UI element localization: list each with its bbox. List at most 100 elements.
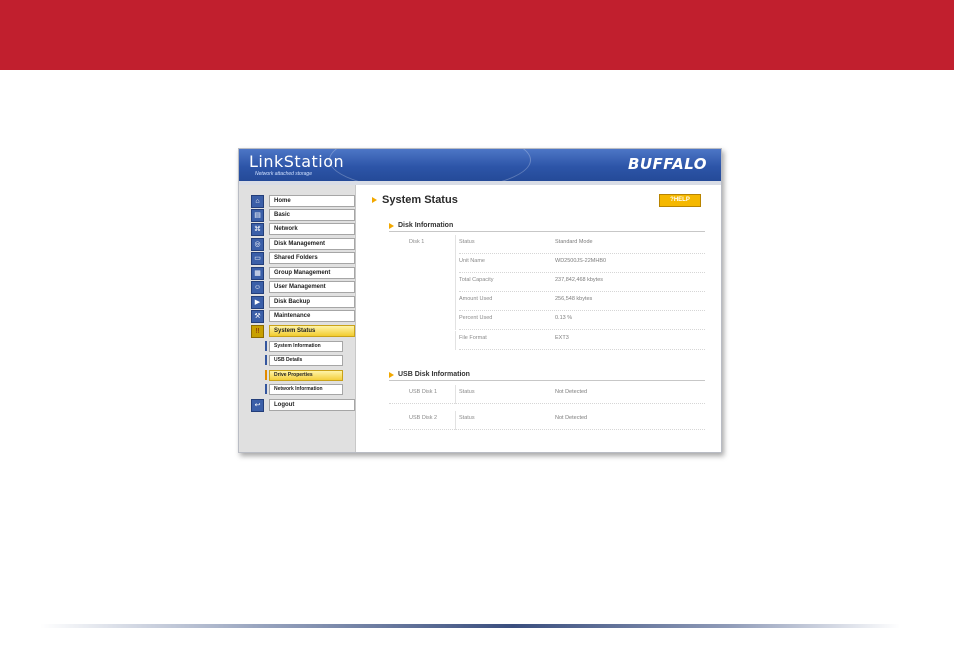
help-button[interactable]: ?HELP (659, 194, 701, 207)
nav-shared-folders-label: Shared Folders (269, 252, 355, 264)
page-title-text: System Status (382, 194, 458, 206)
row-value: Not Detected (555, 415, 588, 421)
usb-disk-label: USB Disk 1 (409, 389, 438, 395)
network-icon: ⌘ (251, 222, 264, 236)
column-divider (455, 311, 456, 330)
nav-group-management[interactable]: ▦ Group Management (251, 266, 355, 280)
house-icon: ⌂ (251, 194, 264, 208)
column-divider (455, 235, 456, 254)
nav-logout[interactable]: ↩ Logout (251, 398, 355, 412)
row-label: Status (459, 415, 475, 421)
disk-icon: ◎ (251, 237, 264, 251)
subnav-network-information[interactable]: Network Information (265, 384, 343, 395)
section-divider (389, 231, 705, 232)
row-value: Not Detected (555, 389, 588, 395)
status-icon: !! (251, 324, 264, 338)
nav-disk-management-label: Disk Management (269, 238, 355, 250)
disk-row-status: Disk 1 Status Standard Mode (389, 235, 705, 254)
subnav-network-information-label: Network Information (269, 384, 343, 395)
nav-system-status[interactable]: !! System Status (251, 324, 355, 338)
top-banner (0, 0, 954, 70)
disk-row-total-capacity: Total Capacity 237,842,468 kbytes (389, 273, 705, 292)
app-header: LinkStation Network attached storage BUF… (239, 149, 721, 191)
nav-user-management[interactable]: ☺ User Management (251, 280, 355, 294)
page-title: System Status (372, 194, 458, 206)
nav-disk-management[interactable]: ◎ Disk Management (251, 237, 355, 251)
row-label: Status (459, 239, 475, 245)
nav-network[interactable]: ⌘ Network (251, 222, 355, 236)
disk-row-percent-used: Percent Used 0.13 % (389, 311, 705, 330)
logo-subtitle: Network attached storage (255, 171, 312, 177)
disk-information-title: Disk Information (398, 222, 454, 229)
row-value: 256,548 kbytes (555, 296, 593, 302)
nav-basic-label: Basic (269, 209, 355, 221)
row-label: Amount Used (459, 296, 493, 302)
column-divider (455, 254, 456, 273)
logout-icon: ↩ (251, 398, 264, 412)
row-value: Standard Mode (555, 239, 593, 245)
nav-logout-label: Logout (269, 399, 355, 411)
row-value: EXT3 (555, 335, 569, 341)
subnav-marker (265, 384, 267, 394)
usb-disk-label: USB Disk 2 (409, 415, 438, 421)
column-divider (455, 411, 456, 430)
row-label: Percent Used (459, 315, 493, 321)
column-divider (455, 292, 456, 311)
row-separator (459, 329, 705, 330)
row-value: 0.13 % (555, 315, 573, 321)
usb-disk-information-heading: USB Disk Information (389, 371, 470, 378)
subnav-usb-details-label: USB Details (269, 355, 343, 366)
subnav-system-information-label: System Information (269, 341, 343, 352)
backup-icon: ▶ (251, 295, 264, 309)
subnav-system-information[interactable]: System Information (265, 341, 343, 352)
usb-disk-information-title: USB Disk Information (398, 371, 470, 378)
subnav-marker (265, 370, 267, 380)
buffalo-logo: BUFFALO (627, 155, 707, 173)
nav-network-label: Network (269, 223, 355, 235)
title-arrow-icon (372, 197, 377, 203)
usb-row-disk-2: USB Disk 2 Status Not Detected (389, 411, 705, 430)
row-separator (459, 349, 705, 350)
nav-basic[interactable]: ▤ Basic (251, 208, 355, 222)
nav-shared-folders[interactable]: ▭ Shared Folders (251, 251, 355, 265)
user-icon: ☺ (251, 280, 264, 294)
row-label: Unit Name (459, 258, 485, 264)
linkstation-logo: LinkStation (249, 152, 345, 171)
nav-home-label: Home (269, 195, 355, 207)
disk-label: Disk 1 (409, 239, 425, 245)
disk-row-file-format: File Format EXT3 (389, 331, 705, 350)
nav-user-management-label: User Management (269, 281, 355, 293)
nav-maintenance-label: Maintenance (269, 310, 355, 322)
linkstation-window: LinkStation Network attached storage BUF… (238, 148, 722, 453)
folder-icon: ▭ (251, 251, 264, 265)
nav-home[interactable]: ⌂ Home (251, 194, 355, 208)
subnav-marker (265, 355, 267, 365)
disk-information-heading: Disk Information (389, 222, 453, 229)
row-label: File Format (459, 335, 487, 341)
subnav-usb-details[interactable]: USB Details (265, 355, 343, 366)
nav-system-status-label: System Status (269, 325, 355, 337)
nav-maintenance[interactable]: ⚒ Maintenance (251, 309, 355, 323)
sidebar: ⌂ Home ▤ Basic ⌘ Network ◎ Disk Manageme… (239, 185, 356, 452)
subnav-drive-properties-label: Drive Properties (269, 370, 343, 381)
section-divider (389, 380, 705, 381)
group-icon: ▦ (251, 266, 264, 280)
column-divider (455, 331, 456, 350)
subnav-drive-properties[interactable]: Drive Properties (265, 370, 343, 381)
usb-row-disk-1: USB Disk 1 Status Not Detected (389, 385, 705, 404)
row-label: Total Capacity (459, 277, 494, 283)
column-divider (455, 273, 456, 292)
row-separator (389, 429, 705, 430)
row-value: WD2500JS-22MHB0 (555, 258, 607, 264)
disk-row-amount-used: Amount Used 256,548 kbytes (389, 292, 705, 311)
column-divider (455, 385, 456, 404)
subnav-marker (265, 341, 267, 351)
nav-disk-backup-label: Disk Backup (269, 296, 355, 308)
nav-disk-backup[interactable]: ▶ Disk Backup (251, 295, 355, 309)
bottom-divider (40, 624, 900, 628)
nav-group-management-label: Group Management (269, 267, 355, 279)
doc-icon: ▤ (251, 208, 264, 222)
section-arrow-icon (389, 371, 394, 378)
row-value: 237,842,468 kbytes (555, 277, 604, 283)
disk-row-unit-name: Unit Name WD2500JS-22MHB0 (389, 254, 705, 273)
